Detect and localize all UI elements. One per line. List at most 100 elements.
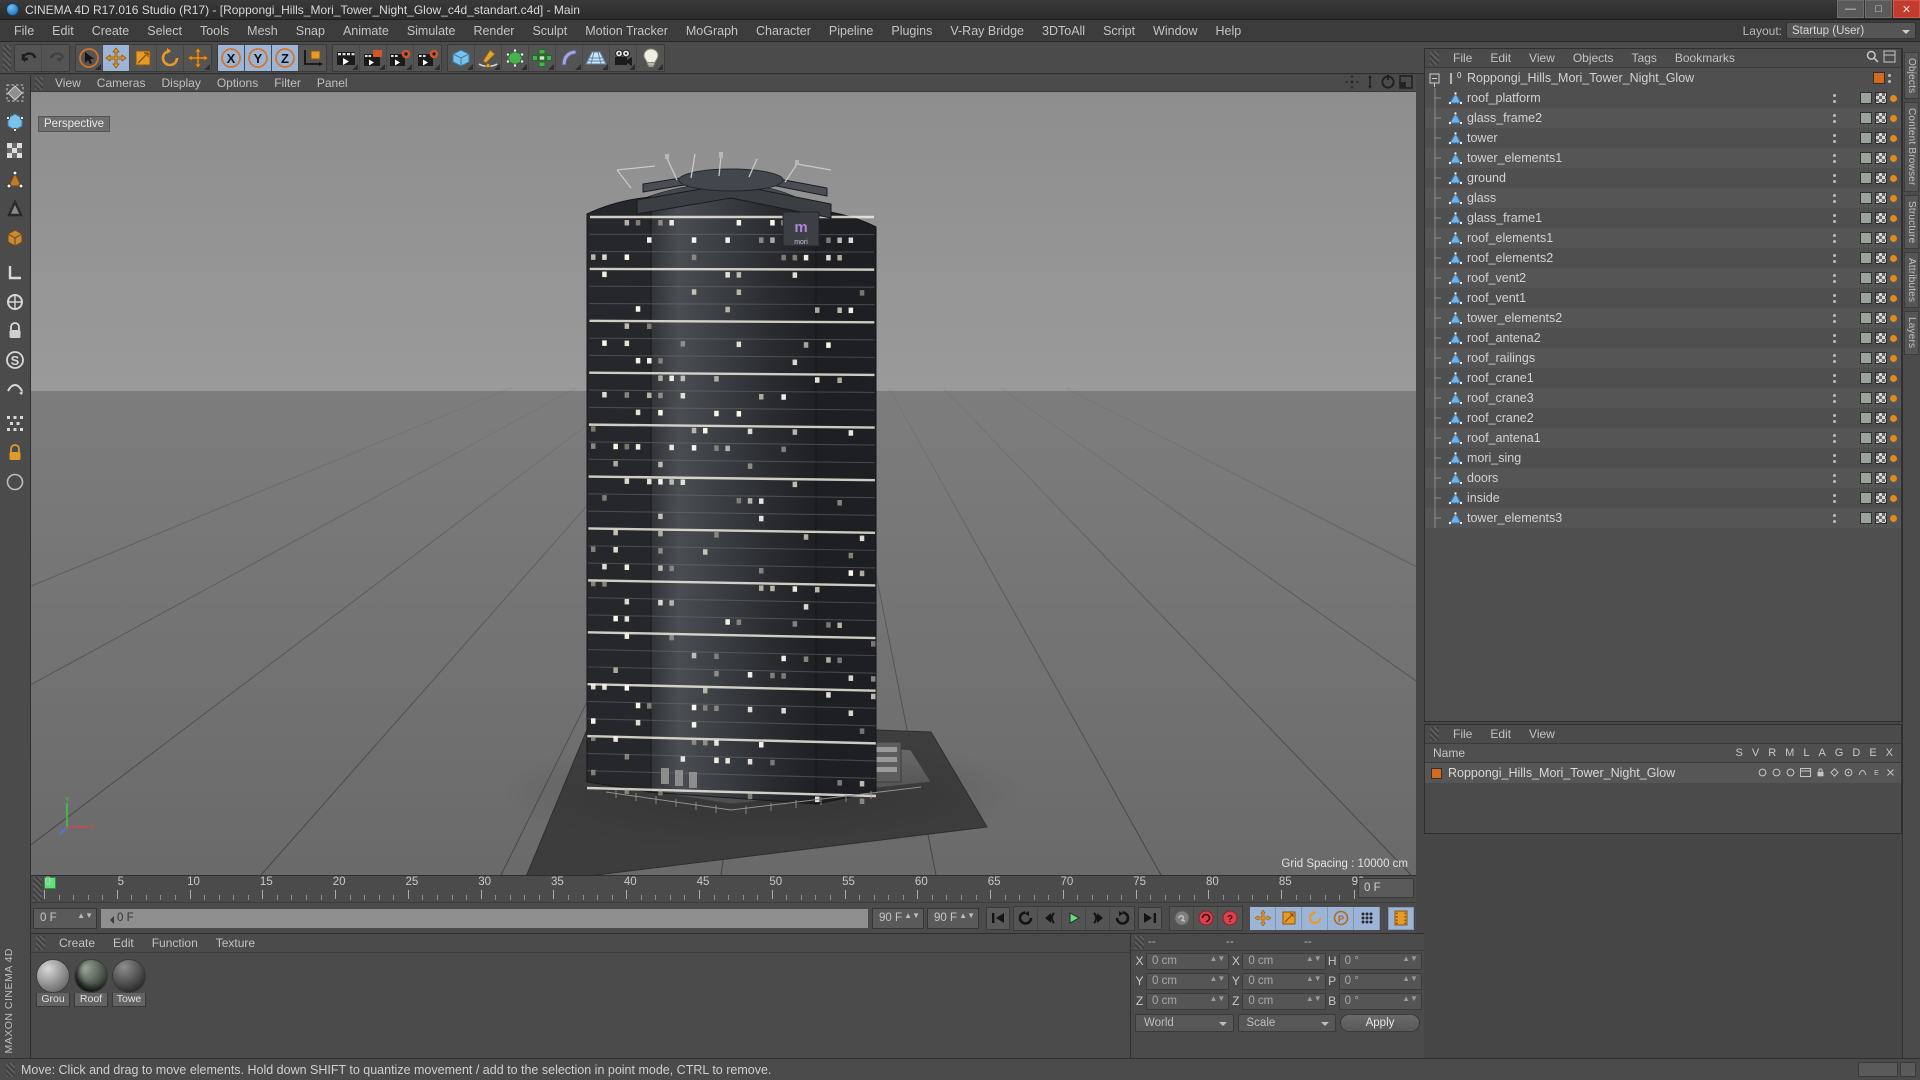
object-row[interactable]: tower_elements2 [1425, 308, 1901, 328]
object-row[interactable]: ground [1425, 168, 1901, 188]
workplane-lock-button[interactable] [2, 316, 29, 345]
viewport-grip[interactable] [35, 76, 43, 90]
selection-tag[interactable] [1890, 134, 1897, 142]
minimize-button[interactable]: — [1837, 0, 1864, 18]
layer-xref-icon[interactable] [1886, 766, 1895, 780]
selection-tag[interactable] [1890, 354, 1897, 362]
texture-tag[interactable] [1875, 152, 1887, 164]
material-menu-edit[interactable]: Edit [104, 934, 143, 953]
texture-tag[interactable] [1875, 492, 1887, 504]
add-bend-button[interactable] [556, 44, 583, 71]
toolbar-grip[interactable] [3, 44, 11, 71]
object-tag[interactable] [1860, 472, 1872, 484]
selection-tag[interactable] [1890, 494, 1897, 502]
coord-input-pos-x[interactable]: 0 cm ▲▼ [1146, 952, 1230, 970]
object-tag[interactable] [1860, 452, 1872, 464]
animation-layers-button[interactable] [1388, 906, 1414, 930]
add-floor-button[interactable] [583, 44, 610, 71]
object-tag[interactable] [1860, 372, 1872, 384]
snap-button[interactable]: S [2, 345, 29, 374]
object-row[interactable]: roof_vent2 [1425, 268, 1901, 288]
model-mode-button[interactable] [2, 107, 29, 136]
viewport-3d-canvas[interactable]: m mori Perspective Grid Spacing: 10000 … [31, 92, 1416, 875]
y-axis-button[interactable]: Y [245, 44, 272, 71]
layout-dropdown[interactable]: Startup (User) [1786, 22, 1916, 39]
object-menu-objects[interactable]: Objects [1564, 49, 1623, 68]
move-tool-button[interactable] [103, 44, 130, 71]
render-picture-viewer-button[interactable] [387, 44, 414, 71]
object-menu-edit[interactable]: Edit [1481, 49, 1520, 68]
record-active-objects-button[interactable] [1194, 906, 1218, 930]
object-tag[interactable] [1860, 252, 1872, 264]
material-menu-create[interactable]: Create [50, 934, 104, 953]
tree-expand-toggle[interactable] [1425, 68, 1447, 88]
object-tag[interactable] [1860, 112, 1872, 124]
undo-button[interactable] [15, 44, 42, 71]
coord-input-size-x[interactable]: 0 cm ▲▼ [1242, 952, 1326, 970]
menu-item-snap[interactable]: Snap [287, 20, 334, 42]
selection-tag[interactable] [1890, 474, 1897, 482]
layer-color-tag[interactable] [1873, 72, 1885, 84]
right-tab-layers[interactable]: Layers [1904, 311, 1919, 355]
selection-tag[interactable] [1890, 414, 1897, 422]
scale-tool-button[interactable] [130, 44, 157, 71]
object-tree[interactable]: 0 Roppongi_Hills_Mori_Tower_Night_Glow roo… [1425, 68, 1901, 721]
visibility-dots[interactable] [1833, 273, 1842, 283]
visibility-dots[interactable] [1833, 233, 1842, 243]
selection-tag[interactable] [1890, 274, 1897, 282]
workplane-button[interactable] [2, 374, 29, 403]
add-cube-button[interactable] [448, 44, 475, 71]
visibility-dots[interactable] [1833, 453, 1842, 463]
menu-item-render[interactable]: Render [464, 20, 523, 42]
axis-lock-button[interactable] [2, 258, 29, 287]
selection-tag[interactable] [1890, 334, 1897, 342]
object-row[interactable]: glass [1425, 188, 1901, 208]
selection-tag[interactable] [1890, 214, 1897, 222]
viewport-menu-display[interactable]: Display [153, 75, 208, 92]
texture-tag[interactable] [1875, 352, 1887, 364]
visibility-dots[interactable] [1833, 153, 1842, 163]
layer-manager-icon[interactable] [1800, 766, 1811, 780]
menu-item-mesh[interactable]: Mesh [238, 20, 287, 42]
edges-mode-button[interactable] [2, 194, 29, 223]
visibility-dots[interactable] [1833, 293, 1842, 303]
object-tag[interactable] [1860, 152, 1872, 164]
add-camera-button[interactable] [610, 44, 637, 71]
object-row[interactable]: tower [1425, 128, 1901, 148]
timeline-grip[interactable] [33, 877, 42, 901]
selection-tag[interactable] [1890, 434, 1897, 442]
layer-manager-grip[interactable] [1430, 727, 1439, 741]
coord-input-rot-p[interactable]: 0 ° ▲▼ [1338, 972, 1422, 990]
texture-tag[interactable] [1875, 512, 1887, 524]
make-editable-button[interactable] [2, 78, 29, 107]
go-to-start-button[interactable] [986, 906, 1010, 930]
material-item-roof[interactable]: Roof [74, 959, 108, 1007]
object-row[interactable]: roof_crane3 [1425, 388, 1901, 408]
selection-tag[interactable] [1890, 94, 1897, 102]
selection-tag[interactable] [1890, 194, 1897, 202]
layer-animation-icon[interactable] [1830, 766, 1839, 780]
transform-tool-button[interactable] [184, 45, 211, 71]
visibility-dots[interactable] [1833, 513, 1842, 523]
render-view-button[interactable] [333, 44, 360, 71]
object-row[interactable]: doors [1425, 468, 1901, 488]
rotate-tool-button[interactable] [157, 44, 184, 71]
viewport-menu-options[interactable]: Options [209, 75, 266, 92]
viewport-maximize-icon[interactable] [1399, 75, 1413, 92]
render-settings-button[interactable] [414, 45, 441, 71]
position-key-button[interactable] [1250, 906, 1276, 930]
texture-tag[interactable] [1875, 392, 1887, 404]
menu-item-create[interactable]: Create [83, 20, 139, 42]
visibility-dots[interactable] [1833, 493, 1842, 503]
layer-menu-edit[interactable]: Edit [1481, 725, 1520, 744]
menu-item-sculpt[interactable]: Sculpt [523, 20, 576, 42]
object-row[interactable]: roof_railings [1425, 348, 1901, 368]
object-menu-tags[interactable]: Tags [1623, 49, 1666, 68]
visibility-dots[interactable] [1833, 93, 1842, 103]
selection-tag[interactable] [1890, 174, 1897, 182]
apply-button[interactable]: Apply [1340, 1013, 1420, 1032]
texture-tag[interactable] [1875, 272, 1887, 284]
visibility-dots[interactable] [1833, 413, 1842, 423]
object-tag[interactable] [1860, 352, 1872, 364]
object-row[interactable]: tower_elements3 [1425, 508, 1901, 528]
